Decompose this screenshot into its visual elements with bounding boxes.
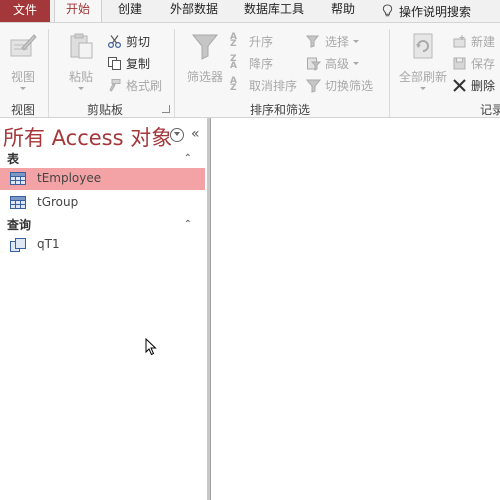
nav-section-label: 表 — [7, 152, 20, 166]
tab-home[interactable]: 开始 — [54, 0, 102, 23]
query-icon — [10, 238, 26, 252]
group-label-clipboard: 剪贴板 — [87, 103, 124, 117]
sort-ascending-label: 升序 — [249, 34, 274, 49]
group-divider — [174, 29, 175, 117]
nav-section-tables[interactable]: 表 ⌃ — [0, 150, 207, 168]
sort-descending-button[interactable]: ZA 降序 — [230, 54, 273, 72]
cut-button[interactable]: 剪切 — [107, 32, 150, 50]
navigation-pane-title[interactable]: 所有 Access 对象 — [3, 122, 172, 152]
copy-button[interactable]: 复制 — [107, 54, 150, 72]
funnel-icon — [191, 34, 219, 60]
nav-item-label: tGroup — [37, 195, 79, 209]
tab-help[interactable]: 帮助 — [331, 0, 355, 22]
toggle-filter-label: 切换筛选 — [325, 78, 374, 93]
lightbulb-icon — [382, 4, 393, 17]
paintbrush-icon — [109, 78, 121, 92]
paste-label: 粘贴 — [68, 70, 93, 84]
advanced-filter-icon — [307, 57, 321, 71]
sort-ascending-icon: AZ — [230, 31, 237, 49]
view-icon — [10, 34, 37, 57]
sort-descending-icon: ZA — [230, 53, 237, 71]
new-record-icon — [453, 34, 466, 47]
cut-label: 剪切 — [126, 34, 151, 49]
chevron-down-icon — [20, 87, 26, 90]
remove-sort-button[interactable]: AZ 取消排序 — [230, 76, 297, 94]
filter-label: 筛选器 — [186, 70, 223, 84]
selection-button[interactable]: 选择 — [306, 32, 360, 50]
nav-item-tgroup[interactable]: tGroup — [0, 192, 205, 214]
nav-menu-chevron-icon[interactable] — [170, 128, 184, 142]
nav-item-label: tEmployee — [37, 171, 102, 185]
delete-record-label: 删除 — [471, 78, 496, 93]
refresh-icon — [413, 33, 433, 59]
refresh-all-button[interactable]: 全部刷新 — [396, 29, 450, 99]
mouse-pointer-icon — [145, 338, 157, 356]
format-painter-label: 格式刷 — [126, 78, 163, 93]
nav-item-label: qT1 — [37, 237, 60, 251]
toggle-filter-icon — [306, 79, 321, 93]
group-label-sort-filter: 排序和筛选 — [250, 103, 311, 117]
refresh-all-label: 全部刷新 — [398, 70, 447, 84]
ribbon-home: 视图 视图 粘贴 剪切 复制 格式刷 剪贴板 筛选器 A Z 升序 Z A 降序… — [0, 22, 500, 118]
clipboard-dialog-launcher-icon[interactable] — [162, 105, 170, 113]
selection-filter-icon — [306, 35, 320, 48]
delete-record-button[interactable]: 删除 — [452, 76, 495, 94]
paste-icon — [70, 33, 93, 59]
remove-sort-label: 取消排序 — [249, 78, 298, 93]
view-button[interactable]: 视图 — [0, 29, 46, 99]
filter-button[interactable]: 筛选器 — [183, 29, 227, 99]
tell-me-label: 操作说明搜索 — [399, 4, 472, 19]
delete-x-icon — [453, 78, 466, 92]
group-divider — [389, 29, 390, 117]
nav-item-qt1[interactable]: qT1 — [0, 234, 205, 256]
tab-external-data[interactable]: 外部数据 — [170, 0, 218, 22]
advanced-button[interactable]: 高级 — [306, 54, 360, 72]
new-record-label: 新建 — [471, 34, 496, 49]
sort-ascending-button[interactable]: AZ 升序 — [230, 32, 273, 50]
copy-icon — [108, 56, 121, 70]
save-icon — [453, 57, 466, 69]
tab-create[interactable]: 创建 — [118, 0, 142, 22]
paste-button[interactable]: 粘贴 — [58, 29, 104, 99]
view-label: 视图 — [10, 70, 35, 84]
group-divider — [48, 29, 49, 117]
collapse-pane-icon[interactable]: « — [191, 126, 200, 142]
copy-label: 复制 — [126, 56, 151, 71]
document-area — [210, 118, 500, 500]
format-painter-button[interactable]: 格式刷 — [107, 76, 162, 94]
ribbon-tab-bar: 文件 开始 创建 外部数据 数据库工具 帮助 操作说明搜索 — [0, 0, 500, 23]
tell-me-search[interactable]: 操作说明搜索 — [382, 0, 471, 22]
collapse-up-icon: ⌃ — [183, 219, 192, 230]
tab-file[interactable]: 文件 — [0, 0, 50, 22]
scissors-icon — [107, 34, 122, 48]
save-record-button[interactable]: 保存 — [452, 54, 495, 72]
advanced-label: 高级 — [325, 56, 350, 71]
remove-sort-icon: AZ — [230, 75, 237, 93]
chevron-down-icon — [78, 87, 84, 90]
nav-section-queries[interactable]: 查询 ⌃ — [0, 216, 207, 234]
sort-descending-label: 降序 — [249, 56, 274, 71]
table-icon — [10, 196, 26, 209]
navigation-pane: 所有 Access 对象 « 表 ⌃ tEmployee tGroup 查询 ⌃… — [0, 118, 210, 500]
save-record-label: 保存 — [471, 56, 496, 71]
new-record-button[interactable]: 新建 — [452, 32, 495, 50]
table-icon — [10, 172, 26, 185]
chevron-down-icon — [353, 61, 360, 65]
tab-database-tools[interactable]: 数据库工具 — [244, 0, 304, 22]
collapse-up-icon: ⌃ — [183, 153, 192, 164]
toggle-filter-button[interactable]: 切换筛选 — [306, 76, 373, 94]
chevron-down-icon — [353, 39, 360, 43]
group-label-records: 记录 — [480, 103, 500, 117]
nav-section-label: 查询 — [7, 218, 32, 232]
nav-item-temployee[interactable]: tEmployee — [0, 168, 205, 190]
selection-label: 选择 — [325, 34, 350, 49]
group-label-views: 视图 — [11, 103, 36, 117]
chevron-down-icon — [420, 87, 426, 90]
